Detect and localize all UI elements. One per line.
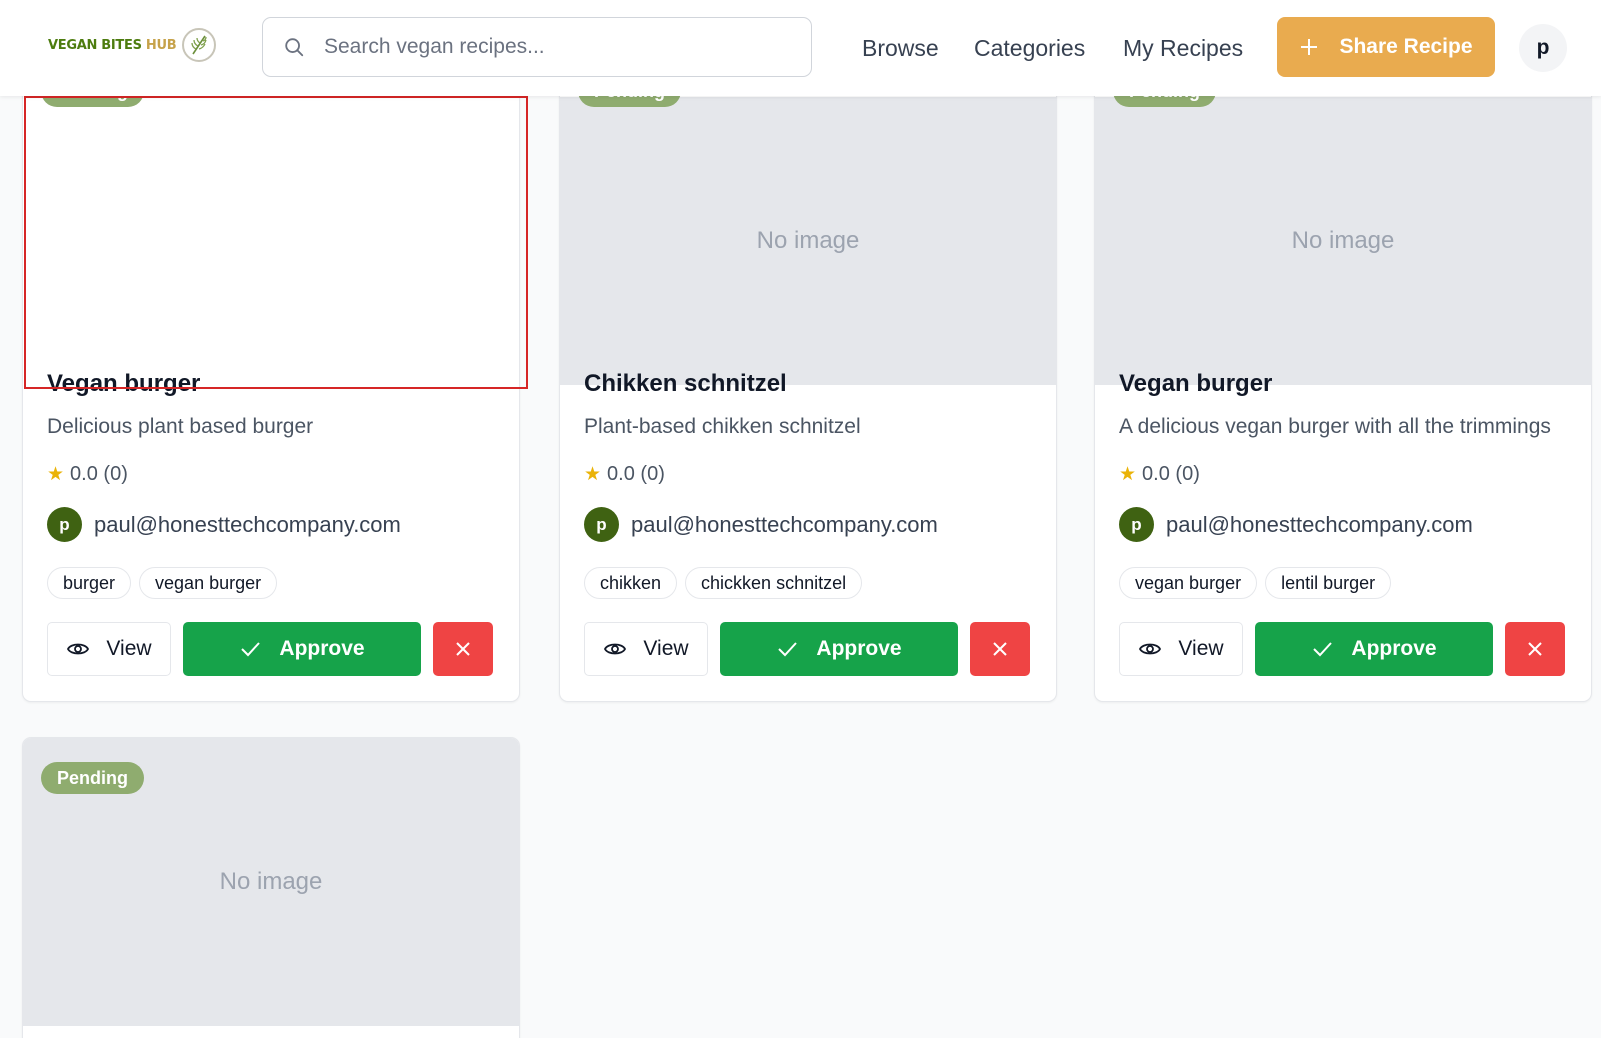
eye-icon bbox=[1139, 643, 1162, 655]
approve-label: Approve bbox=[1351, 637, 1437, 660]
recipe-card: No image Pending bbox=[22, 737, 520, 1038]
star-icon: ★ bbox=[1119, 464, 1137, 485]
brand-name-hub: HUB bbox=[145, 37, 177, 53]
star-icon: ★ bbox=[584, 464, 602, 485]
search-icon bbox=[285, 38, 304, 57]
view-label: View bbox=[106, 637, 152, 660]
plus-icon bbox=[1301, 39, 1318, 55]
top-navbar: VEGAN BITES HUB Browse Categories My Rec… bbox=[0, 0, 1601, 96]
tag[interactable]: burger bbox=[47, 567, 132, 599]
check-icon bbox=[1313, 642, 1333, 657]
recipe-description: A delicious vegan burger with all the tr… bbox=[1119, 415, 1551, 438]
brand-logo[interactable]: VEGAN BITES HUB bbox=[48, 28, 217, 62]
view-button[interactable]: View bbox=[1119, 622, 1243, 676]
recipe-card: Pending Vegan burger Delicious plant bas… bbox=[22, 46, 520, 702]
recipe-image-placeholder: No image bbox=[560, 97, 1056, 385]
search-input[interactable] bbox=[324, 35, 804, 59]
reject-button[interactable] bbox=[970, 622, 1030, 676]
star-icon: ★ bbox=[47, 464, 65, 485]
recipe-title[interactable]: Vegan burger bbox=[1119, 370, 1272, 398]
reject-button[interactable] bbox=[1505, 622, 1565, 676]
tag[interactable]: vegan burger bbox=[139, 567, 278, 599]
share-recipe-label: Share Recipe bbox=[1339, 35, 1473, 58]
recipe-description: Plant-based chikken schnitzel bbox=[584, 415, 861, 438]
share-recipe-button[interactable]: Share Recipe bbox=[1277, 17, 1495, 77]
view-label: View bbox=[1178, 637, 1224, 660]
tag-list: chikken chickken schnitzel bbox=[584, 567, 863, 599]
leaf-logo-icon bbox=[182, 28, 217, 62]
approve-button[interactable]: Approve bbox=[1255, 622, 1493, 676]
card-actions: View Approve bbox=[584, 622, 1030, 676]
approve-label: Approve bbox=[279, 637, 365, 660]
tag-list: vegan burger lentil burger bbox=[1119, 567, 1392, 599]
tag[interactable]: chickken schnitzel bbox=[685, 567, 863, 599]
card-actions: View Approve bbox=[47, 622, 493, 676]
view-button[interactable]: View bbox=[584, 622, 708, 676]
tag[interactable]: lentil burger bbox=[1265, 567, 1392, 599]
view-label: View bbox=[643, 637, 689, 660]
recipe-author: p paul@honesttechcompany.com bbox=[47, 507, 401, 542]
recipe-rating: ★ 0.0 (0) bbox=[584, 463, 665, 486]
recipe-rating: ★ 0.0 (0) bbox=[1119, 463, 1200, 486]
close-icon bbox=[993, 642, 1007, 656]
brand-name-main: VEGAN BITES bbox=[48, 37, 142, 53]
author-email: paul@honesttechcompany.com bbox=[1166, 511, 1473, 537]
recipe-image-placeholder: No image bbox=[1095, 97, 1591, 385]
author-avatar: p bbox=[47, 507, 82, 542]
card-actions: View Approve bbox=[1119, 622, 1565, 676]
approve-label: Approve bbox=[816, 637, 902, 660]
close-icon bbox=[456, 642, 470, 656]
eye-icon bbox=[67, 643, 90, 655]
check-icon bbox=[241, 642, 261, 657]
view-button[interactable]: View bbox=[47, 622, 171, 676]
recipe-title[interactable]: Chikken schnitzel bbox=[584, 370, 787, 398]
status-badge: Pending bbox=[41, 762, 144, 794]
search-bar[interactable] bbox=[262, 17, 812, 77]
rating-value: 0.0 (0) bbox=[1142, 463, 1200, 485]
author-email: paul@honesttechcompany.com bbox=[631, 511, 938, 537]
reject-button[interactable] bbox=[433, 622, 493, 676]
recipe-author: p paul@honesttechcompany.com bbox=[1119, 507, 1473, 542]
page: VEGAN BITES HUB Browse Categories My Rec… bbox=[0, 0, 1601, 1038]
close-icon bbox=[1528, 642, 1542, 656]
recipe-description: Delicious plant based burger bbox=[47, 415, 314, 438]
check-icon bbox=[778, 642, 798, 657]
tag-list: burger vegan burger bbox=[47, 567, 278, 599]
author-avatar: p bbox=[1119, 507, 1154, 542]
recipe-author: p paul@honesttechcompany.com bbox=[584, 507, 938, 542]
author-avatar: p bbox=[584, 507, 619, 542]
recipe-rating: ★ 0.0 (0) bbox=[47, 463, 128, 486]
recipe-card: No image Pending Vegan burger A deliciou… bbox=[1094, 46, 1592, 702]
author-email: paul@honesttechcompany.com bbox=[94, 511, 401, 537]
brand-name: VEGAN BITES HUB bbox=[48, 37, 177, 53]
nav-my-recipes[interactable]: My Recipes bbox=[1123, 33, 1243, 63]
nav-browse[interactable]: Browse bbox=[862, 33, 939, 63]
tag[interactable]: vegan burger bbox=[1119, 567, 1258, 599]
recipe-card: No image Pending Chikken schnitzel Plant… bbox=[559, 46, 1057, 702]
user-avatar[interactable]: p bbox=[1519, 24, 1567, 72]
eye-icon bbox=[604, 643, 627, 655]
recipe-title[interactable]: Vegan burger bbox=[47, 370, 200, 398]
tag[interactable]: chikken bbox=[584, 567, 678, 599]
rating-value: 0.0 (0) bbox=[607, 463, 665, 485]
rating-value: 0.0 (0) bbox=[70, 463, 128, 485]
approve-button[interactable]: Approve bbox=[720, 622, 958, 676]
nav-categories[interactable]: Categories bbox=[974, 33, 1085, 63]
approve-button[interactable]: Approve bbox=[183, 622, 421, 676]
